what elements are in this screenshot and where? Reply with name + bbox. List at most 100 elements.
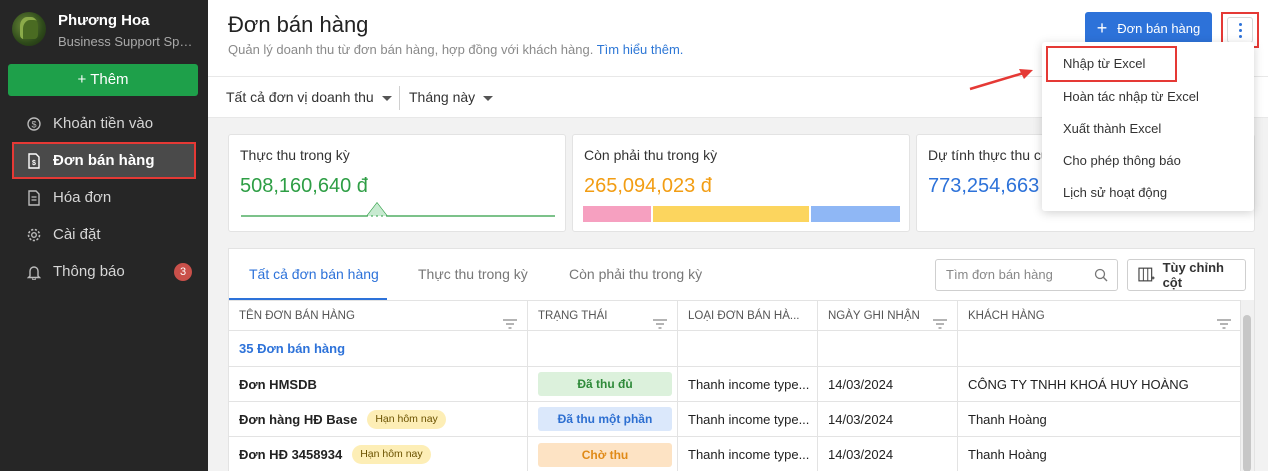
card-value: 773,254,663 [928,175,1040,197]
period-filter[interactable]: Tháng này [409,89,494,105]
order-name: Đơn hàng HĐ Base [239,411,358,427]
card-value: 508,160,640 đ [240,175,368,197]
columns-icon [1138,267,1155,282]
collected-sparkline [241,202,555,217]
order-name-cell: Đơn hàng HĐ Base Hạn hôm nay [229,402,528,436]
card-receivable: Còn phải thu trong kỳ 265,094,023 đ [572,134,910,232]
order-type-cell: Thanh income type... [678,402,818,436]
column-header-label: NGÀY GHI NHẬN [828,310,920,322]
tab-all-orders[interactable]: Tất cả đơn bán hàng [249,266,379,282]
status-badge: Chờ thu [538,442,672,467]
caret-down-icon [381,95,392,101]
user-profile[interactable]: Phương Hoa Business Support Specialist [12,10,202,50]
order-name: Đơn HĐ 3458934 [239,447,343,462]
group-row[interactable]: 35 Đơn bán hàng [229,331,1241,367]
order-name-cell: Đơn HMSDB [229,367,528,401]
order-type-cell: Thanh income type... [678,367,818,401]
sidebar-item-label: Khoản tiền vào [53,115,154,132]
period-label: Tháng này [409,89,476,105]
column-header-label: LOẠI ĐƠN BÁN HÀ... [688,310,800,322]
table-cell [818,331,958,366]
gear-icon [26,227,42,243]
order-name-cell: Đơn HĐ 3458934 Hạn hôm nay [229,437,528,471]
money-cycle-icon: $ [26,116,42,132]
svg-text:$: $ [31,119,36,129]
menu-item-undo-import[interactable]: Hoàn tác nhập từ Excel [1063,89,1199,104]
plus-icon: + [1096,18,1108,38]
record-date-cell: 14/03/2024 [818,437,958,471]
page-title: Đơn bán hàng [228,12,369,37]
new-sales-order-label: Đơn bán hàng [1117,20,1201,36]
table-cell [528,331,678,366]
more-options-menu: Nhập từ Excel Hoàn tác nhập từ Excel Xuấ… [1042,42,1254,211]
svg-text:$: $ [32,160,36,167]
group-label: 35 Đơn bán hàng [229,331,528,366]
filter-icon[interactable] [653,311,667,332]
filter-icon[interactable] [1217,311,1231,332]
customer-cell: Thanh Hoàng [968,411,1047,427]
customize-columns-label: Tùy chỉnh cột [1162,260,1224,290]
invoice-icon [26,189,42,206]
customize-columns-button[interactable]: Tùy chỉnh cột [1127,259,1246,291]
notification-badge: 3 [174,263,192,281]
sidebar-item-label: Cài đặt [53,226,101,243]
search-icon[interactable] [1094,268,1108,285]
receivable-segment [652,206,812,222]
column-header-status[interactable]: TRẠNG THÁI [528,301,678,332]
status-cell: Đã thu đủ [528,367,678,401]
sidebar-item-label: Hóa đơn [53,189,112,206]
menu-item-allow-notifications[interactable]: Cho phép thông báo [1063,153,1181,168]
page-subtitle: Quản lý doanh thu từ đơn bán hàng, hợp đ… [228,42,683,57]
order-search[interactable] [935,259,1118,291]
bell-icon [26,264,42,280]
table-row[interactable]: Đơn HMSDB Đã thu đủ Thanh income type...… [229,367,1241,402]
sidebar-item-incoming-money[interactable]: $ Khoản tiền vào [12,105,196,142]
record-date-cell: 14/03/2024 [818,402,958,436]
tab-collected[interactable]: Thực thu trong kỳ [418,266,528,282]
menu-item-activity-history[interactable]: Lịch sử hoạt động [1063,185,1167,200]
sidebar-item-settings[interactable]: Cài đặt [12,216,196,253]
revenue-unit-label: Tất cả đơn vị doanh thu [226,89,374,105]
table-row[interactable]: Đơn HĐ 3458934 Hạn hôm nay Chờ thu Thanh … [229,437,1241,471]
add-button[interactable]: + Thêm [8,64,198,96]
menu-item-export-excel[interactable]: Xuất thành Excel [1063,121,1161,136]
order-name: Đơn HMSDB [239,376,317,392]
column-header-label: TRẠNG THÁI [538,310,608,322]
filter-icon[interactable] [933,311,947,332]
menu-item-import-excel[interactable]: Nhập từ Excel [1046,46,1177,82]
column-header-order-name[interactable]: TÊN ĐƠN BÁN HÀNG [229,301,528,332]
customer-cell: Thanh Hoàng [968,447,1047,462]
sidebar: Phương Hoa Business Support Specialist +… [0,0,208,471]
filter-icon[interactable] [503,311,517,332]
column-header-label: KHÁCH HÀNG [968,310,1045,322]
annotation-arrow [969,69,1033,91]
plus-icon: + [77,71,87,88]
search-input[interactable] [946,267,1086,282]
status-badge: Đã thu đủ [538,372,672,396]
column-header-record-date[interactable]: NGÀY GHI NHẬN [818,301,958,332]
revenue-unit-filter[interactable]: Tất cả đơn vị doanh thu [226,89,392,105]
record-date-cell: 14/03/2024 [818,367,958,401]
sidebar-item-notifications[interactable]: Thông báo 3 [12,253,196,290]
avatar [12,12,46,46]
user-role: Business Support Specialist [58,34,198,49]
order-type-cell: Thanh income type... [678,437,818,471]
receivable-stacked-bar [583,206,900,222]
sidebar-item-invoices[interactable]: Hóa đơn [12,179,196,216]
caret-down-icon [483,95,494,101]
column-header-customer[interactable]: KHÁCH HÀNG [958,301,1241,332]
scrollbar-thumb[interactable] [1243,315,1251,471]
sidebar-item-label: Thông báo [53,263,125,280]
tab-receivable[interactable]: Còn phải thu trong kỳ [569,266,702,282]
card-title: Dự tính thực thu cu [928,147,1049,163]
learn-more-link[interactable]: Tìm hiểu thêm. [597,42,684,57]
table-row[interactable]: Đơn hàng HĐ Base Hạn hôm nay Đã thu một p… [229,402,1241,437]
card-value: 265,094,023 đ [584,175,712,197]
orders-table-panel: Tất cả đơn bán hàng Thực thu trong kỳ Cò… [228,248,1255,471]
add-button-label: Thêm [90,71,129,88]
receivable-segment [811,206,900,222]
sidebar-item-sales-orders[interactable]: $ Đơn bán hàng [12,142,196,179]
column-header-order-type[interactable]: LOẠI ĐƠN BÁN HÀ... [678,301,818,332]
status-badge: Đã thu một phần [538,407,672,431]
new-sales-order-button[interactable]: + Đơn bán hàng [1085,12,1212,44]
